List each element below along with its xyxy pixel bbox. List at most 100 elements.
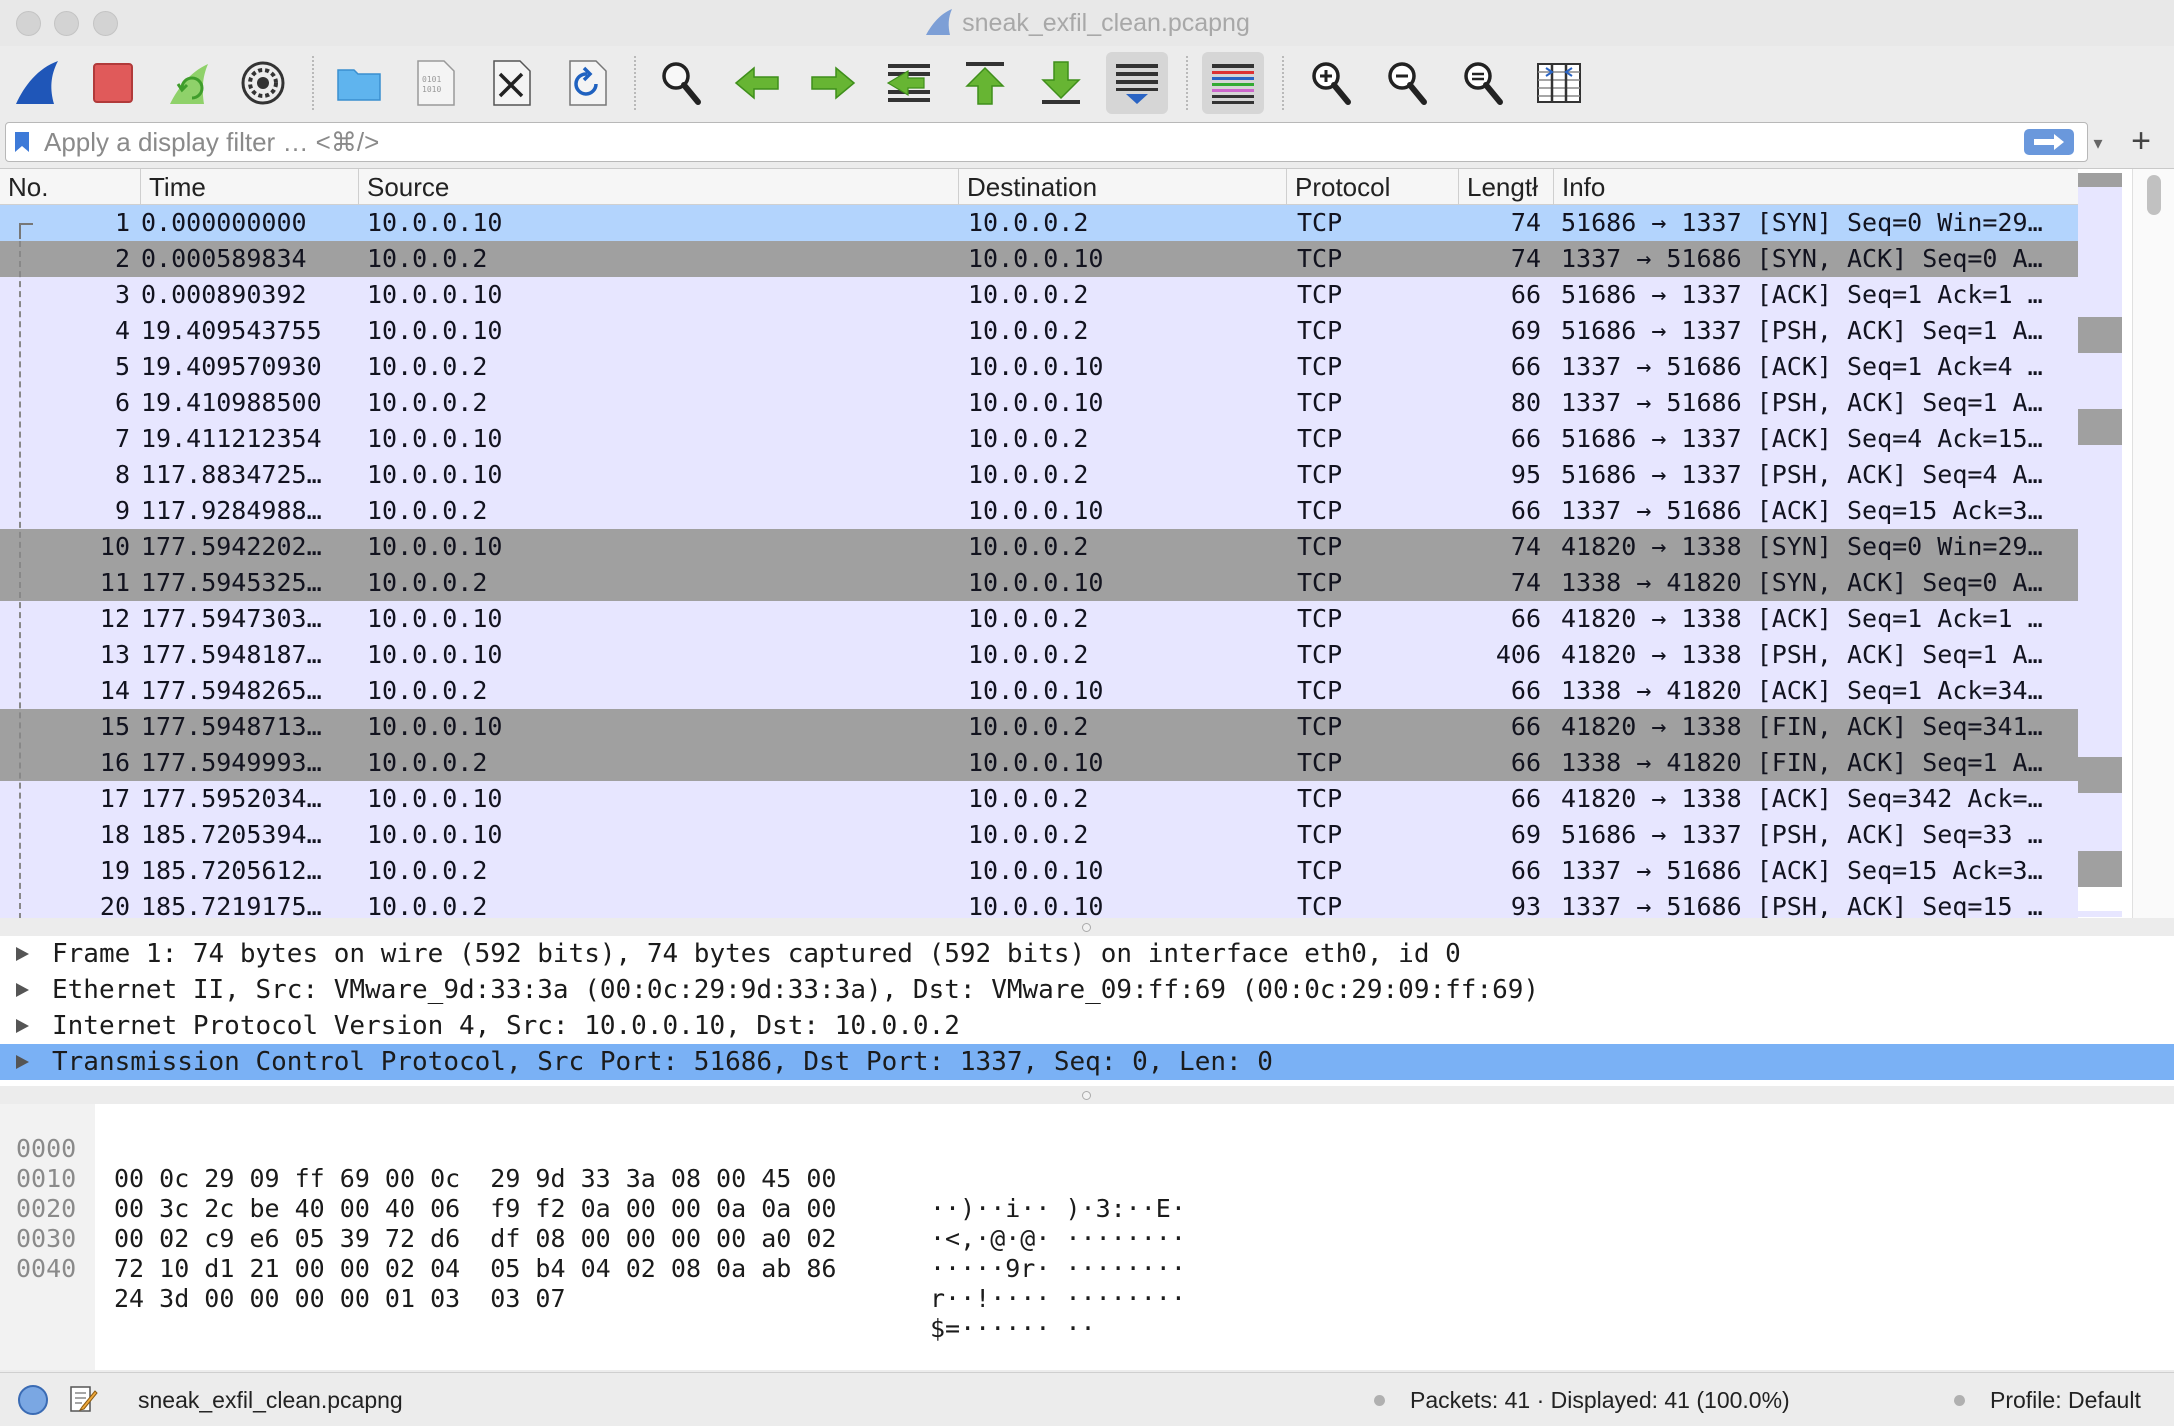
bookmark-icon[interactable]	[14, 131, 30, 153]
expand-triangle-icon[interactable]	[16, 947, 29, 961]
packet-row[interactable]: 3 0.000890392 10.0.0.10 10.0.0.2 TCP 66 51686 …	[0, 277, 2078, 313]
packet-row[interactable]: 10 177.5942202… 10.0.0.10 10.0.0.2 TCP 74 4182…	[0, 529, 2078, 565]
packet-row[interactable]: 1 0.000000000 10.0.0.10 10.0.0.2 TCP 74 51686 …	[0, 205, 2078, 241]
packet-cell-src: 10.0.0.2	[367, 676, 488, 705]
bytes-ascii[interactable]: ·<,·@·@· ········	[930, 1224, 1186, 1254]
packet-row[interactable]: 6 19.410988500 10.0.0.2 10.0.0.10 TCP 80 1337 …	[0, 385, 2078, 421]
bytes-row[interactable]: 0040 24 3d 00 00 00 00 01 03 03 07 $=···…	[0, 1224, 1096, 1343]
bytes-hex[interactable]: 72 10 d1 21 00 00 02 04 05 b4 04 02 08 0…	[114, 1254, 836, 1284]
packet-cell-src: 10.0.0.10	[367, 316, 503, 345]
arrow-up-bar-icon	[965, 62, 1005, 105]
column-header-source[interactable]: Source	[359, 169, 959, 205]
capture-comment-icon[interactable]	[68, 1383, 98, 1415]
packet-row[interactable]: 16 177.5949993… 10.0.0.2 10.0.0.10 TCP 66 1338…	[0, 745, 2078, 781]
save-file-button[interactable]: 0101 1010	[404, 52, 466, 114]
bytes-row[interactable]: 0020 00 02 c9 e6 05 39 72 d6 df 08 00 00…	[0, 1164, 1186, 1283]
packet-row[interactable]: 15 177.5948713… 10.0.0.10 10.0.0.2 TCP 66 4182…	[0, 709, 2078, 745]
column-header-length[interactable]: Lengtł	[1459, 169, 1554, 205]
packet-cell-proto: TCP	[1297, 280, 1343, 309]
packet-row[interactable]: 17 177.5952034… 10.0.0.10 10.0.0.2 TCP 66 4182…	[0, 781, 2078, 817]
reload-file-button[interactable]	[556, 52, 618, 114]
packet-list-scrollbar[interactable]	[2132, 169, 2174, 919]
start-capture-button[interactable]	[6, 52, 68, 114]
packet-cell-dst: 10.0.0.2	[968, 820, 1089, 849]
detail-item-frame[interactable]: Frame 1: 74 bytes on wire (592 bits), 74…	[0, 936, 2174, 972]
packet-row[interactable]: 9 117.9284988… 10.0.0.2 10.0.0.10 TCP 66 1337 …	[0, 493, 2078, 529]
detail-item-ethernet[interactable]: Ethernet II, Src: VMware_9d:33:3a (00:0c…	[0, 972, 2174, 1008]
go-to-packet-button[interactable]	[878, 52, 940, 114]
status-bar: sneak_exfil_clean.pcapng Packets: 41 · D…	[0, 1372, 2174, 1426]
pane-splitter-bottom[interactable]	[0, 1086, 2174, 1104]
packet-cell-dst: 10.0.0.2	[968, 712, 1089, 741]
packet-minimap[interactable]	[2078, 173, 2122, 917]
restart-capture-button[interactable]	[158, 52, 220, 114]
colorize-button[interactable]	[1202, 52, 1264, 114]
column-header-time[interactable]: Time	[141, 169, 359, 205]
packet-cell-len: 66	[1510, 280, 1541, 309]
zoom-in-button[interactable]	[1300, 52, 1362, 114]
packet-row[interactable]: 2 0.000589834 10.0.0.2 10.0.0.10 TCP 74 1337 →…	[0, 241, 2078, 277]
go-last-packet-button[interactable]	[1030, 52, 1092, 114]
expand-triangle-icon[interactable]	[16, 1055, 29, 1069]
capture-options-button[interactable]	[232, 52, 294, 114]
display-filter-input[interactable]	[44, 126, 2004, 158]
bytes-ascii[interactable]: ·····9r· ········	[930, 1254, 1186, 1284]
bytes-ascii[interactable]: $=······ ··	[930, 1314, 1096, 1344]
column-header-protocol[interactable]: Protocol	[1287, 169, 1459, 205]
expand-triangle-icon[interactable]	[16, 983, 29, 997]
packet-cell-src: 10.0.0.2	[367, 352, 488, 381]
status-profile[interactable]: Profile: Default	[1990, 1387, 2141, 1414]
packet-row[interactable]: 12 177.5947303… 10.0.0.10 10.0.0.2 TCP 66 4182…	[0, 601, 2078, 637]
detail-item-tcp[interactable]: Transmission Control Protocol, Src Port:…	[0, 1044, 2174, 1080]
packet-row[interactable]: 5 19.409570930 10.0.0.2 10.0.0.10 TCP 66 1337 …	[0, 349, 2078, 385]
go-back-button[interactable]	[726, 52, 788, 114]
go-first-packet-button[interactable]	[954, 52, 1016, 114]
expand-triangle-icon[interactable]	[16, 1019, 29, 1033]
open-file-button[interactable]	[328, 52, 390, 114]
auto-scroll-button[interactable]	[1106, 52, 1168, 114]
zoom-out-button[interactable]	[1376, 52, 1438, 114]
packet-row[interactable]: 19 185.7205612… 10.0.0.2 10.0.0.10 TCP 66 1337…	[0, 853, 2078, 889]
bytes-row[interactable]: 0030 72 10 d1 21 00 00 02 04 05 b4 04 02…	[0, 1194, 1186, 1313]
magnifier-icon	[662, 62, 701, 105]
packet-cell-src: 10.0.0.2	[367, 244, 488, 273]
normal-size-button[interactable]	[1452, 52, 1514, 114]
packet-cell-dst: 10.0.0.2	[968, 424, 1089, 453]
column-header-destination[interactable]: Destination	[959, 169, 1287, 205]
column-header-no[interactable]: No.	[0, 169, 141, 205]
detail-item-ipv4[interactable]: Internet Protocol Version 4, Src: 10.0.0…	[0, 1008, 2174, 1044]
find-packet-button[interactable]	[650, 52, 712, 114]
add-filter-button-button[interactable]: +	[2125, 122, 2157, 162]
stop-capture-button[interactable]	[82, 52, 144, 114]
shark-fin-icon	[926, 9, 953, 35]
bytes-hex[interactable]: 24 3d 00 00 00 00 01 03 03 07	[114, 1284, 566, 1314]
column-header-info[interactable]: Info	[1554, 169, 2078, 205]
status-file-name: sneak_exfil_clean.pcapng	[138, 1387, 403, 1413]
apply-filter-button[interactable]	[2024, 129, 2074, 155]
go-forward-button[interactable]	[802, 52, 864, 114]
bytes-ascii[interactable]: r··!···· ········	[930, 1284, 1186, 1314]
bytes-ascii[interactable]: ··)··i·· )·3:··E·	[930, 1194, 1186, 1224]
packet-row[interactable]: 18 185.7205394… 10.0.0.10 10.0.0.2 TCP 69 5168…	[0, 817, 2078, 853]
bytes-hex[interactable]: 00 02 c9 e6 05 39 72 d6 df 08 00 00 00 0…	[114, 1224, 836, 1254]
pane-splitter-top[interactable]	[0, 918, 2174, 936]
recent-filters-dropdown[interactable]: ▾	[2084, 127, 2112, 159]
bytes-row[interactable]: 0000 00 0c 29 09 ff 69 00 0c 29 9d 33 3a…	[0, 1104, 1186, 1223]
packet-cell-time: 177.5948265…	[141, 676, 322, 705]
resize-columns-button[interactable]	[1528, 52, 1590, 114]
bytes-hex[interactable]: 00 0c 29 09 ff 69 00 0c 29 9d 33 3a 08 0…	[114, 1164, 836, 1194]
expert-info-icon[interactable]	[18, 1385, 48, 1415]
packet-cell-len: 66	[1510, 748, 1541, 777]
packet-row[interactable]: 14 177.5948265… 10.0.0.2 10.0.0.10 TCP 66 1338…	[0, 673, 2078, 709]
bytes-row[interactable]: 0010 00 3c 2c be 40 00 40 06 f9 f2 0a 00…	[0, 1134, 1186, 1253]
packet-row[interactable]: 11 177.5945325… 10.0.0.2 10.0.0.10 TCP 74 1338…	[0, 565, 2078, 601]
bytes-hex[interactable]: 00 3c 2c be 40 00 40 06 f9 f2 0a 00 00 0…	[114, 1194, 836, 1224]
scrollbar-thumb[interactable]	[2147, 175, 2161, 215]
packet-row[interactable]: 8 117.8834725… 10.0.0.10 10.0.0.2 TCP 95 51686…	[0, 457, 2078, 493]
packet-row[interactable]: 4 19.409543755 10.0.0.10 10.0.0.2 TCP 69 51686…	[0, 313, 2078, 349]
packet-cell-dst: 10.0.0.2	[968, 208, 1089, 237]
packet-row[interactable]: 7 19.411212354 10.0.0.10 10.0.0.2 TCP 66 51686…	[0, 421, 2078, 457]
close-file-button[interactable]	[480, 52, 542, 114]
packet-row[interactable]: 13 177.5948187… 10.0.0.10 10.0.0.2 TCP 406 418…	[0, 637, 2078, 673]
packet-cell-info: 51686 → 1337 [PSH, ACK] Seq=1 A…	[1561, 316, 2043, 345]
